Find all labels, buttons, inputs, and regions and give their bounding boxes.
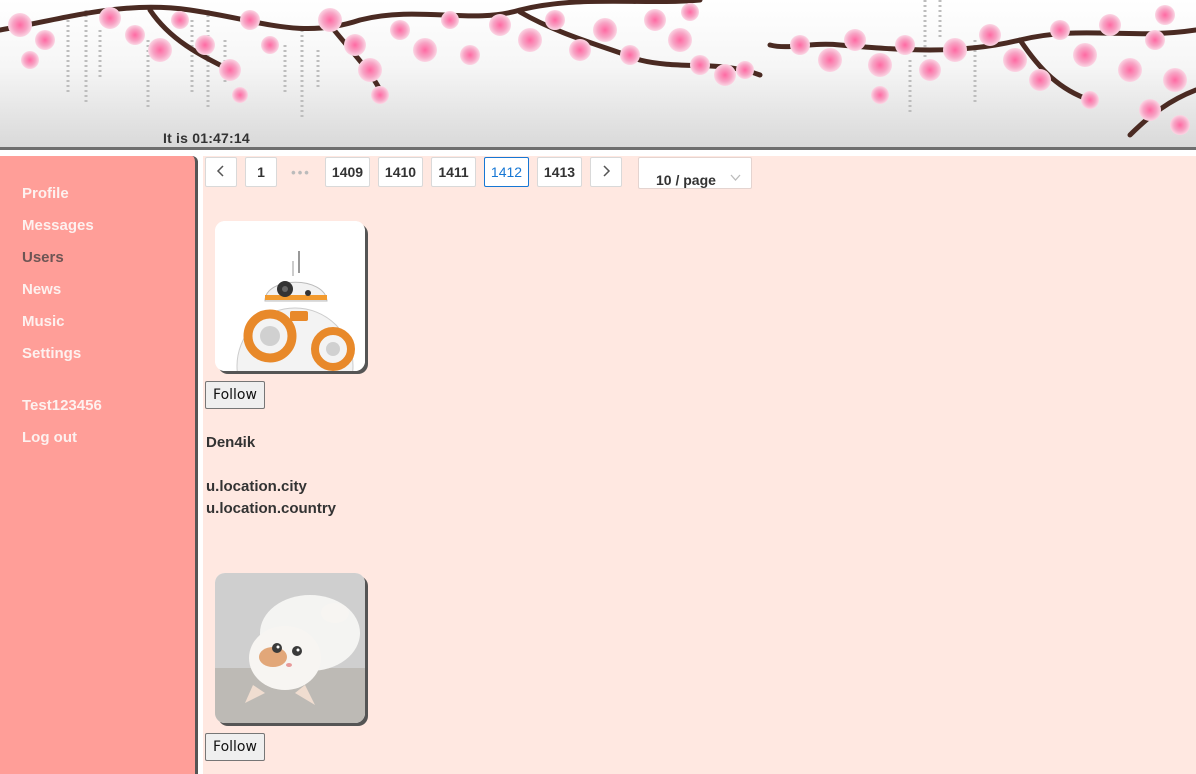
sidebar-item-music[interactable]: Music — [22, 313, 65, 330]
page-ellipsis[interactable]: ••• — [285, 157, 317, 187]
user-avatar[interactable] — [215, 221, 365, 371]
cherry-blossom-banner — [0, 0, 1196, 138]
chevron-down-icon — [730, 171, 741, 185]
users-page: 1 ••• 1409 1410 1411 1412 1413 10 / page — [203, 156, 1196, 774]
sidebar-item-news[interactable]: News — [22, 281, 61, 298]
clock-prefix: It is — [163, 130, 189, 146]
page-item-1411[interactable]: 1411 — [431, 157, 476, 187]
sidebar-item-messages[interactable]: Messages — [22, 217, 94, 234]
prev-page-button[interactable] — [205, 157, 237, 187]
user-avatar[interactable] — [215, 573, 365, 723]
logout-link[interactable]: Log out — [22, 429, 77, 446]
page-size-select[interactable]: 10 / page — [638, 157, 752, 189]
user-name: Den4ik — [206, 434, 256, 451]
white-kitten-image — [215, 573, 365, 723]
page-size-value: 10 / page — [656, 172, 716, 188]
user-country: u.location.country — [206, 500, 337, 517]
next-page-button[interactable] — [590, 157, 622, 187]
clock-time: 01:47:14 — [192, 130, 250, 146]
sidebar-item-profile[interactable]: Profile — [22, 185, 69, 202]
chevron-right-icon — [601, 164, 611, 180]
page-item-1410[interactable]: 1410 — [378, 157, 423, 187]
follow-button[interactable]: Follow — [205, 733, 265, 761]
page-item-first[interactable]: 1 — [245, 157, 277, 187]
bb8-droid-image — [215, 221, 365, 371]
chevron-left-icon — [216, 164, 226, 180]
sidebar-item-users[interactable]: Users — [22, 249, 64, 266]
sidebar-item-settings[interactable]: Settings — [22, 345, 81, 362]
clock-display: It is 01:47:14 — [163, 130, 250, 146]
page-item-1412-current[interactable]: 1412 — [484, 157, 529, 187]
page-item-1409[interactable]: 1409 — [325, 157, 370, 187]
header-banner: It is 01:47:14 — [0, 0, 1196, 150]
user-city: u.location.city — [206, 478, 307, 495]
sidebar-nav: Profile Messages Users News Music Settin… — [0, 156, 198, 774]
page-item-1413[interactable]: 1413 — [537, 157, 582, 187]
sidebar-username-link[interactable]: Test123456 — [22, 397, 102, 414]
follow-button[interactable]: Follow — [205, 381, 265, 409]
